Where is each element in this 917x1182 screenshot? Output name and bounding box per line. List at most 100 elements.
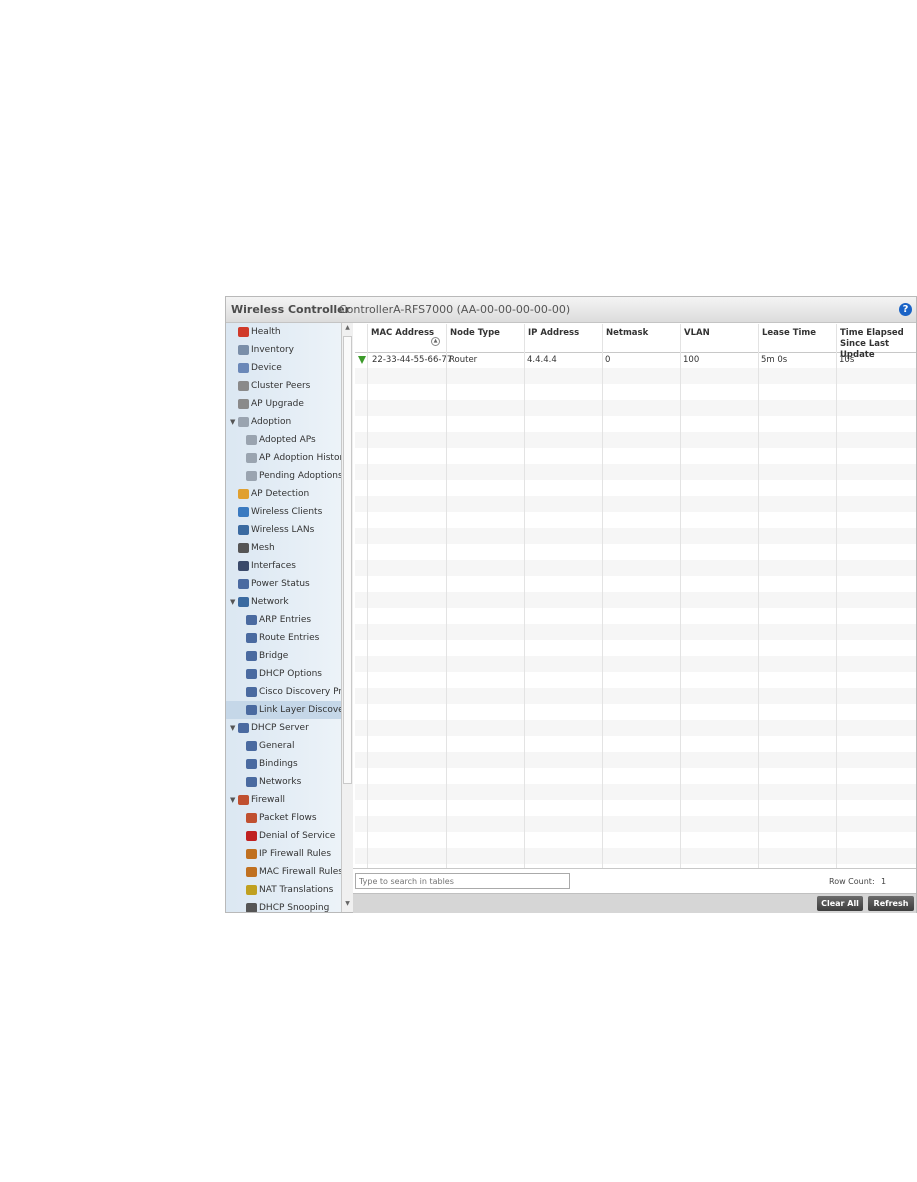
sidebar-item-networks[interactable]: Networks bbox=[226, 773, 341, 791]
table-row[interactable] bbox=[355, 608, 916, 624]
table-row[interactable] bbox=[355, 528, 916, 544]
table-row[interactable] bbox=[355, 464, 916, 480]
column-header-vlan[interactable]: VLAN bbox=[684, 328, 710, 339]
sidebar-item-pending-adoptions[interactable]: Pending Adoptions bbox=[226, 467, 341, 485]
sidebar-item-mac-firewall-rules[interactable]: MAC Firewall Rules bbox=[226, 863, 341, 881]
scrollbar-thumb[interactable] bbox=[343, 336, 352, 784]
table-search-input[interactable] bbox=[355, 873, 570, 889]
table-row[interactable] bbox=[355, 560, 916, 576]
table-row[interactable] bbox=[355, 624, 916, 640]
table-row[interactable] bbox=[355, 512, 916, 528]
sidebar-item-label: Wireless Clients bbox=[251, 507, 323, 517]
table-row[interactable] bbox=[355, 448, 916, 464]
sidebar-item-wireless-clients[interactable]: Wireless Clients bbox=[226, 503, 341, 521]
sidebar-item-route-entries[interactable]: Route Entries bbox=[226, 629, 341, 647]
column-header-netmask[interactable]: Netmask bbox=[606, 328, 648, 339]
table-row[interactable] bbox=[355, 384, 916, 400]
column-header-time-elapsed[interactable]: Time Elapsed Since Last Update bbox=[840, 328, 914, 361]
title-bar: Wireless Controller ControllerA-RFS7000 … bbox=[226, 297, 916, 323]
sidebar-item-dhcp-options[interactable]: DHCP Options bbox=[226, 665, 341, 683]
sidebar-item-adopted-aps[interactable]: Adopted APs bbox=[226, 431, 341, 449]
table-row[interactable] bbox=[355, 640, 916, 656]
table-row[interactable] bbox=[355, 752, 916, 768]
expand-arrow-icon[interactable]: ▼ bbox=[230, 593, 235, 611]
sidebar-item-device[interactable]: Device bbox=[226, 359, 341, 377]
scroll-up-icon[interactable]: ▲ bbox=[343, 324, 352, 333]
sidebar-item-label: Wireless LANs bbox=[251, 525, 315, 535]
sort-ascending-icon[interactable]: ▲ bbox=[431, 337, 440, 346]
table-row[interactable] bbox=[355, 704, 916, 720]
sidebar-item-packet-flows[interactable]: Packet Flows bbox=[226, 809, 341, 827]
table-row[interactable] bbox=[355, 576, 916, 592]
table-row[interactable]: 22-33-44-55-66-77 Router 4.4.4.4 0 100 5m 0s 1… bbox=[355, 352, 916, 368]
column-header-mac[interactable]: MAC Address bbox=[371, 328, 434, 339]
table-row[interactable] bbox=[355, 400, 916, 416]
sidebar-item-ap-detection[interactable]: AP Detection bbox=[226, 485, 341, 503]
sidebar-scrollbar[interactable]: ▲ ▼ bbox=[341, 323, 353, 912]
table-row[interactable] bbox=[355, 720, 916, 736]
sidebar-item-firewall[interactable]: ▼ Firewall bbox=[226, 791, 341, 809]
cell-netmask: 0 bbox=[605, 355, 611, 365]
sidebar-item-interfaces[interactable]: Interfaces bbox=[226, 557, 341, 575]
table-row[interactable] bbox=[355, 416, 916, 432]
table-row[interactable] bbox=[355, 832, 916, 848]
scroll-down-icon[interactable]: ▼ bbox=[343, 900, 352, 909]
help-icon[interactable]: ? bbox=[899, 303, 912, 316]
column-header-node-type[interactable]: Node Type bbox=[450, 328, 500, 339]
sidebar-item-cluster-peers[interactable]: Cluster Peers bbox=[226, 377, 341, 395]
sidebar-item-cisco-discovery-prot[interactable]: Cisco Discovery Prot bbox=[226, 683, 341, 701]
interfaces-icon bbox=[238, 561, 249, 571]
table-row[interactable] bbox=[355, 784, 916, 800]
sidebar-item-dhcp-server[interactable]: ▼ DHCP Server bbox=[226, 719, 341, 737]
table-row[interactable] bbox=[355, 848, 916, 864]
expand-arrow-icon[interactable]: ▼ bbox=[230, 719, 235, 737]
column-header-lease-time[interactable]: Lease Time bbox=[762, 328, 816, 339]
table-row[interactable] bbox=[355, 800, 916, 816]
sidebar-item-inventory[interactable]: Inventory bbox=[226, 341, 341, 359]
table-row[interactable] bbox=[355, 672, 916, 688]
sidebar-item-nat-translations[interactable]: NAT Translations bbox=[226, 881, 341, 899]
sidebar-item-ap-adoption-history[interactable]: AP Adoption History bbox=[226, 449, 341, 467]
bridge-icon bbox=[246, 651, 257, 661]
table-row[interactable] bbox=[355, 544, 916, 560]
table-row[interactable] bbox=[355, 768, 916, 784]
nat-icon bbox=[246, 885, 257, 895]
sidebar-item-label: Network bbox=[251, 597, 289, 607]
sidebar-item-ap-upgrade[interactable]: AP Upgrade bbox=[226, 395, 341, 413]
sidebar-item-network[interactable]: ▼ Network bbox=[226, 593, 341, 611]
sidebar-item-label: Interfaces bbox=[251, 561, 296, 571]
sidebar-item-denial-of-service[interactable]: Denial of Service bbox=[226, 827, 341, 845]
sidebar-item-ip-firewall-rules[interactable]: IP Firewall Rules bbox=[226, 845, 341, 863]
table-row[interactable] bbox=[355, 496, 916, 512]
sidebar-item-bindings[interactable]: Bindings bbox=[226, 755, 341, 773]
wlan-icon bbox=[238, 525, 249, 535]
sidebar-item-dhcp-snooping[interactable]: DHCP Snooping bbox=[226, 899, 341, 912]
table-row[interactable] bbox=[355, 592, 916, 608]
expand-arrow-icon[interactable]: ▼ bbox=[230, 791, 235, 809]
table-row[interactable] bbox=[355, 816, 916, 832]
table-row[interactable] bbox=[355, 736, 916, 752]
column-divider bbox=[446, 324, 447, 868]
sidebar-item-mesh[interactable]: Mesh bbox=[226, 539, 341, 557]
inventory-icon bbox=[238, 345, 249, 355]
sidebar-item-bridge[interactable]: Bridge bbox=[226, 647, 341, 665]
sidebar-item-link-layer-discovery[interactable]: Link Layer Discovery bbox=[226, 701, 341, 719]
table-row[interactable] bbox=[355, 368, 916, 384]
clear-all-button[interactable]: Clear All bbox=[817, 896, 863, 911]
clients-icon bbox=[238, 507, 249, 517]
sidebar-item-power-status[interactable]: Power Status bbox=[226, 575, 341, 593]
sidebar-item-adoption[interactable]: ▼ Adoption bbox=[226, 413, 341, 431]
sidebar-item-arp-entries[interactable]: ARP Entries bbox=[226, 611, 341, 629]
sidebar-item-general[interactable]: General bbox=[226, 737, 341, 755]
table-row[interactable] bbox=[355, 656, 916, 672]
history-icon bbox=[246, 453, 257, 463]
column-header-ip[interactable]: IP Address bbox=[528, 328, 579, 339]
expand-arrow-icon[interactable]: ▼ bbox=[230, 413, 235, 431]
refresh-button[interactable]: Refresh bbox=[868, 896, 914, 911]
sidebar-item-health[interactable]: Health bbox=[226, 323, 341, 341]
sidebar-item-wireless-lans[interactable]: Wireless LANs bbox=[226, 521, 341, 539]
sidebar-item-label: Pending Adoptions bbox=[259, 471, 341, 481]
table-row[interactable] bbox=[355, 688, 916, 704]
table-row[interactable] bbox=[355, 480, 916, 496]
table-row[interactable] bbox=[355, 432, 916, 448]
